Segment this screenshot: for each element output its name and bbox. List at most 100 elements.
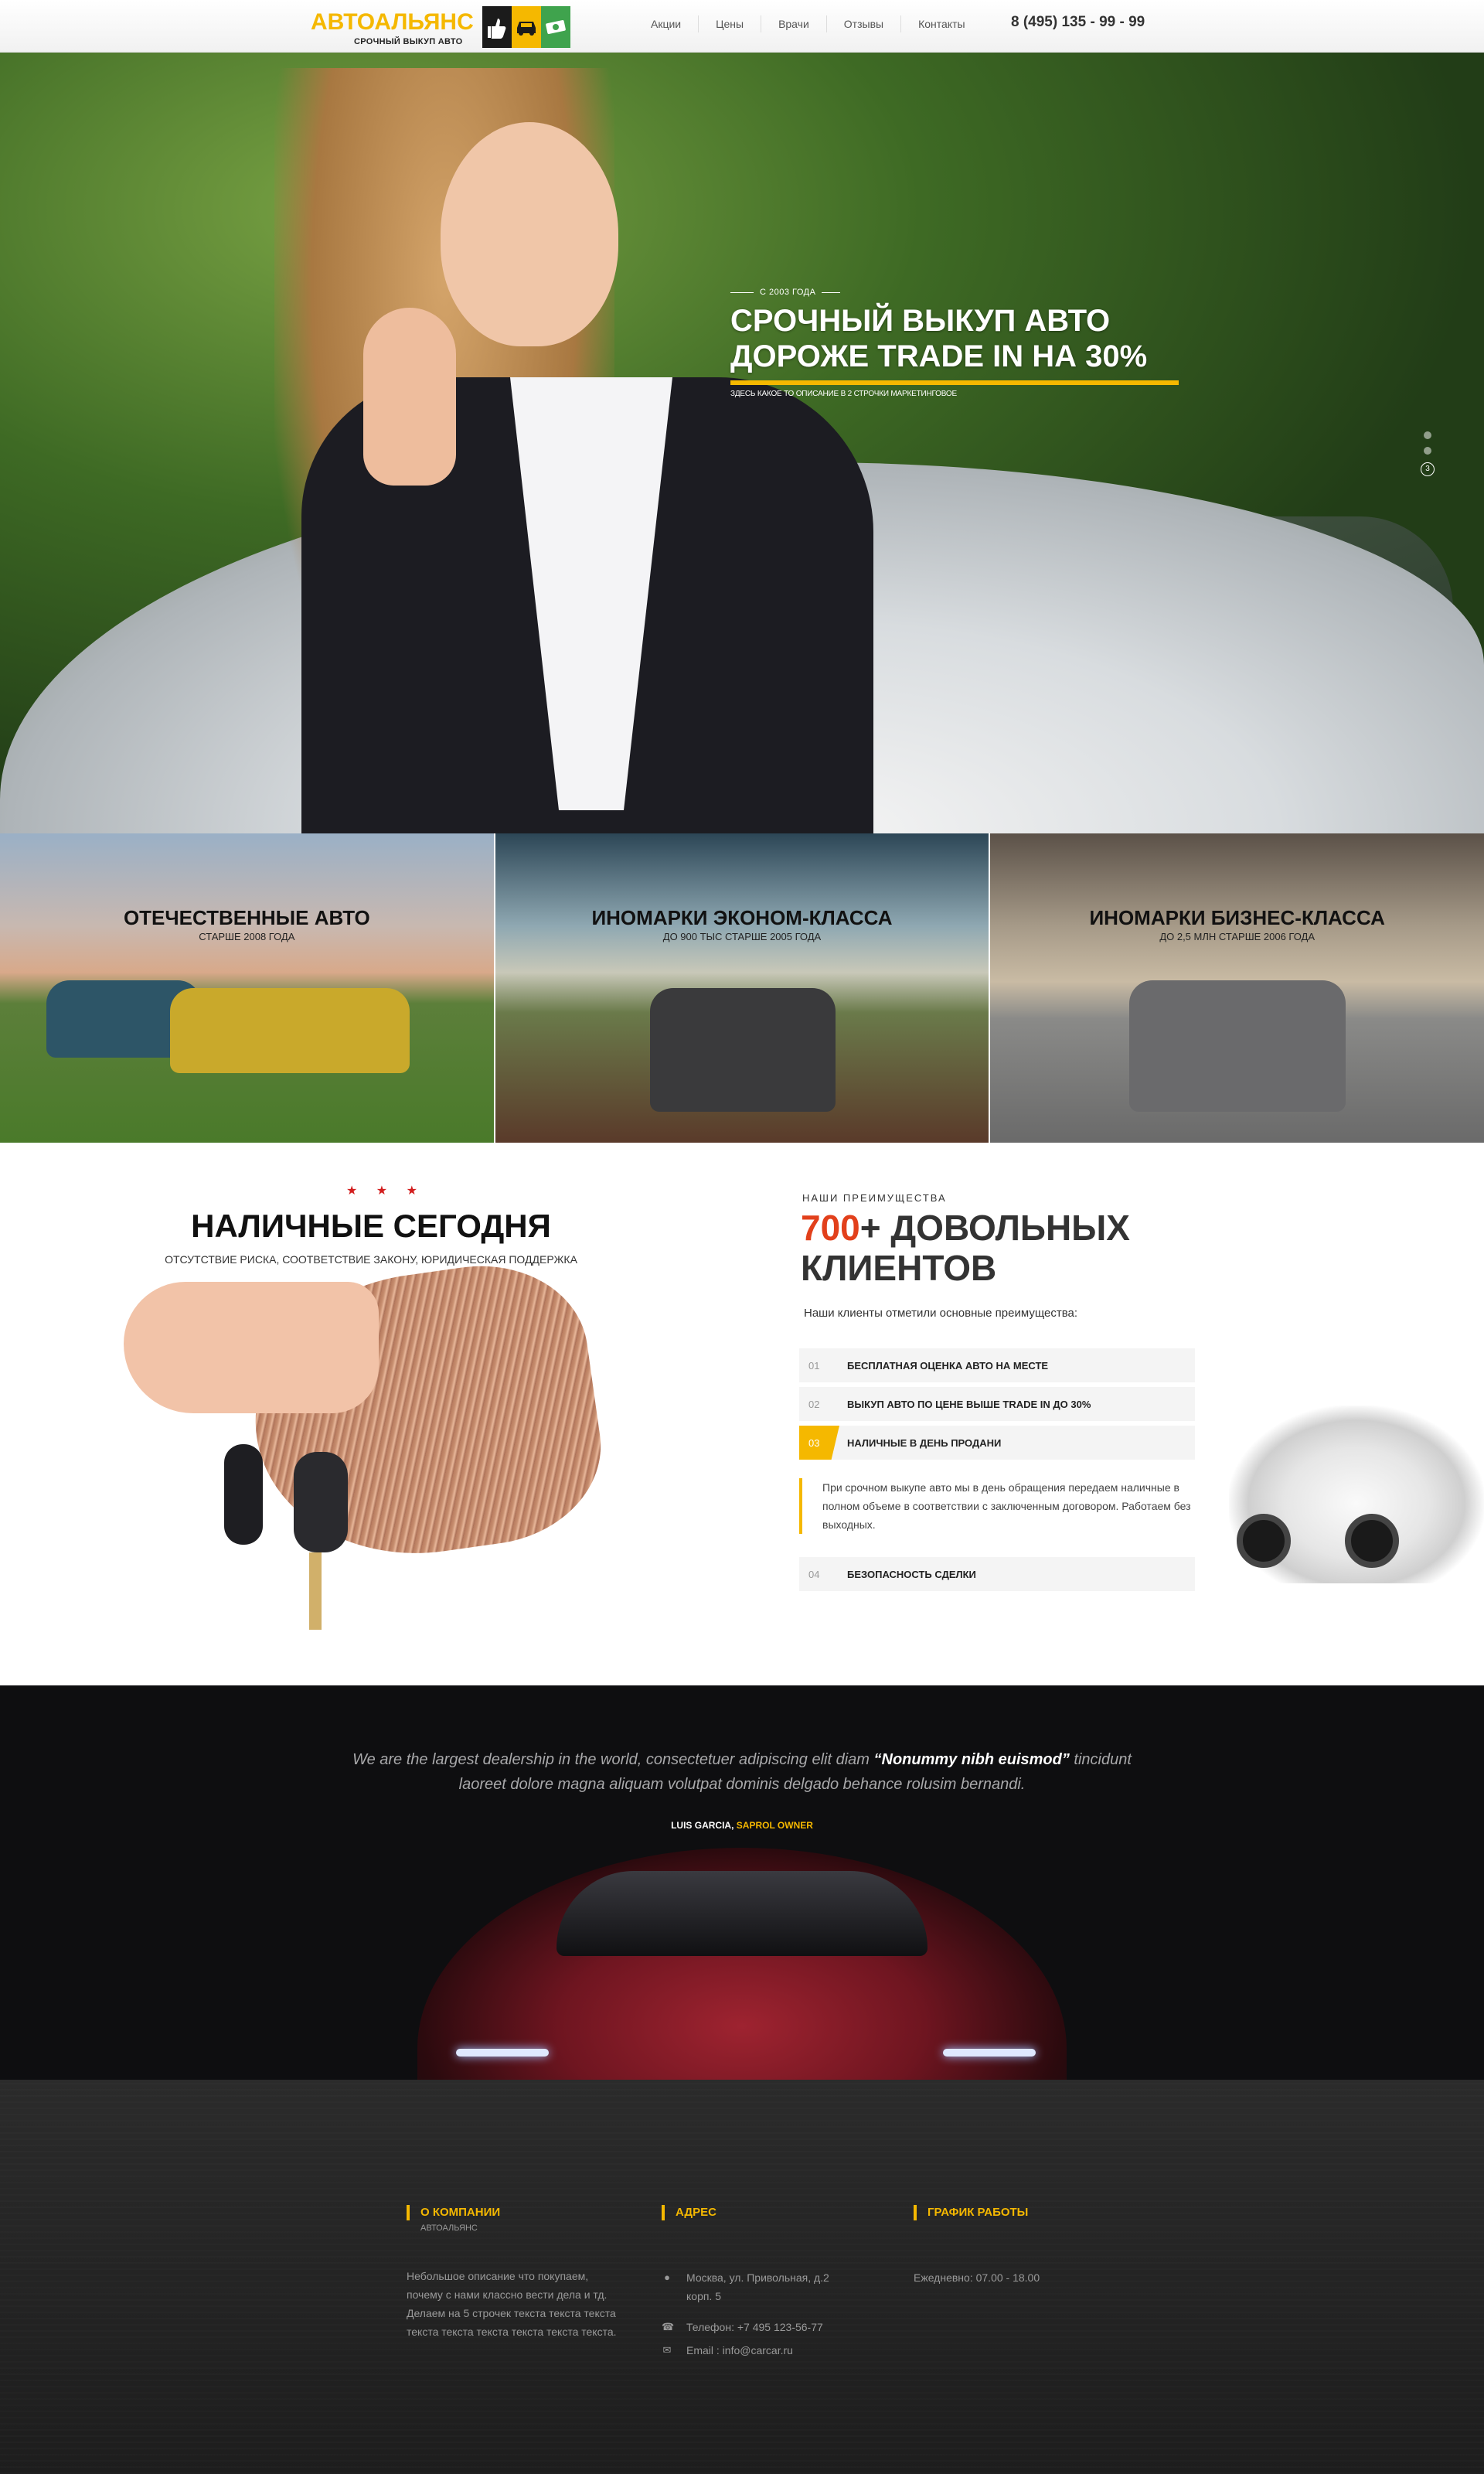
accordion-item-3[interactable]: 03 НАЛИЧНЫЕ В ДЕНЬ ПРОДАНИ bbox=[799, 1426, 1195, 1460]
advantages-kicker: НАШИ ПРЕИМУЩЕСТВА bbox=[802, 1192, 947, 1204]
footer-about-heading: О КОМПАНИИ bbox=[407, 2205, 623, 2220]
footer-email-row: ✉ Email : info@carcar.ru bbox=[662, 2341, 841, 2360]
accordion-number: 04 bbox=[808, 1568, 820, 1580]
category-subtitle: СТАРШЕ 2008 ГОДА bbox=[199, 931, 295, 942]
footer-hours-heading: ГРАФИК РАБОТЫ bbox=[914, 2205, 1130, 2220]
slider-pagination: 3 bbox=[1421, 431, 1435, 476]
accordion-number: 01 bbox=[808, 1359, 820, 1372]
author-role: SAPROL OWNER bbox=[736, 1820, 813, 1831]
nav-item-promotions[interactable]: Акции bbox=[634, 15, 698, 32]
footer-about: О КОМПАНИИ АВТОАЛЬЯНС Небольшое описание… bbox=[407, 2205, 623, 2341]
stars-icon: ★ ★ ★ bbox=[346, 1184, 425, 1198]
footer-address-heading: АДРЕС bbox=[662, 2205, 841, 2220]
main-nav: Акции Цены Врачи Отзывы Контакты bbox=[634, 15, 982, 32]
hero-description: ЗДЕСЬ КАКОЕ ТО ОПИСАНИЕ В 2 СТРОЧКИ МАРК… bbox=[730, 390, 957, 398]
car-wheel bbox=[1345, 1514, 1399, 1568]
advantages-title: 700+ ДОВОЛЬНЫХ КЛИЕНТОВ bbox=[801, 1208, 1234, 1288]
quote-part1: We are the largest dealership in the wor… bbox=[352, 1751, 874, 1768]
logo-title: АВТОАЛЬЯНС bbox=[311, 9, 474, 35]
lancer-car bbox=[649, 988, 836, 1112]
footer-phone[interactable]: Телефон: +7 495 123-56-77 bbox=[686, 2318, 823, 2336]
cash-title: НАЛИЧНЫЕ СЕГОДНЯ bbox=[191, 1208, 551, 1244]
lada-car bbox=[170, 988, 410, 1073]
advantages-title-rest: + ДОВОЛЬНЫХ bbox=[859, 1208, 1130, 1248]
category-title: ИНОМАРКИ ЭКОНОМ-КЛАССА bbox=[591, 906, 893, 929]
accordion-label: НАЛИЧНЫЕ В ДЕНЬ ПРОДАНИ bbox=[847, 1436, 1002, 1449]
accordion-item-4[interactable]: 04 БЕЗОПАСНОСТЬ СДЕЛКИ bbox=[799, 1557, 1195, 1591]
envelope-icon: ✉ bbox=[662, 2344, 672, 2356]
accordion-body: При срочном выкупе авто мы в день обраще… bbox=[799, 1478, 1195, 1534]
bmw-headlight-right bbox=[943, 2049, 1036, 2057]
accordion-item-2[interactable]: 02 ВЫКУП АВТО ПО ЦЕНЕ ВЫШЕ TRADE IN ДО 3… bbox=[799, 1387, 1195, 1421]
bmw-windshield bbox=[556, 1871, 928, 1956]
slider-dot[interactable] bbox=[1424, 447, 1431, 455]
hero-title-line2: ДОРОЖЕ TRADE IN НА 30% bbox=[730, 339, 1148, 373]
hero-since: С 2003 ГОДА bbox=[730, 288, 1179, 297]
hand-image bbox=[124, 1282, 379, 1413]
nav-item-reviews[interactable]: Отзывы bbox=[825, 15, 900, 32]
thumbs-up-icon bbox=[482, 6, 512, 48]
slider-dot[interactable] bbox=[1424, 431, 1431, 439]
car-key-icon bbox=[224, 1444, 263, 1545]
hero-thumbs-up bbox=[363, 308, 456, 486]
cash-icon bbox=[541, 6, 570, 48]
testimonial-author: LUIS GARCIA, SAPROL OWNER bbox=[0, 1820, 1484, 1831]
logo-badges bbox=[482, 6, 570, 48]
car-wheel bbox=[1237, 1514, 1291, 1568]
accordion-item-1[interactable]: 01 БЕСПЛАТНАЯ ОЦЕНКА АВТО НА МЕСТЕ bbox=[799, 1348, 1195, 1382]
category-subtitle: ДО 900 ТЫС СТАРШЕ 2005 ГОДА bbox=[662, 931, 822, 942]
bmw-car bbox=[1129, 980, 1346, 1112]
accordion-label: БЕСПЛАТНАЯ ОЦЕНКА АВТО НА МЕСТЕ bbox=[847, 1359, 1049, 1372]
car-icon bbox=[512, 6, 541, 48]
logo[interactable]: АВТОАЛЬЯНС СРОЧНЫЙ ВЫКУП АВТО bbox=[311, 6, 570, 48]
hero-woman-face bbox=[441, 122, 618, 346]
quote-bold: “Nonummy nibh euismod” bbox=[873, 1751, 1070, 1768]
hero-text: С 2003 ГОДА СРОЧНЫЙ ВЫКУП АВТО ДОРОЖЕ TR… bbox=[730, 288, 1179, 398]
category-domestic[interactable]: ОТЕЧЕСТВЕННЫЕ АВТО СТАРШЕ 2008 ГОДА bbox=[0, 833, 495, 1143]
footer-hours-text: Ежедневно: 07.00 - 18.00 bbox=[914, 2271, 1040, 2284]
nav-item-prices[interactable]: Цены bbox=[698, 15, 761, 32]
nav-item-doctors[interactable]: Врачи bbox=[761, 15, 826, 32]
cash-subtitle: ОТСУТСТВИЕ РИСКА, СООТВЕТСТВИЕ ЗАКОНУ, Ю… bbox=[165, 1253, 577, 1266]
hero-title: СРОЧНЫЙ ВЫКУП АВТО ДОРОЖЕ TRADE IN НА 30… bbox=[730, 303, 1179, 374]
testimonial-quote: We are the largest dealership in the wor… bbox=[348, 1747, 1136, 1797]
footer-about-subheading: АВТОАЛЬЯНС bbox=[420, 2224, 478, 2233]
footer-address: АДРЕС ● Москва, ул. Привольная, д.2 корп… bbox=[662, 2205, 841, 2360]
location-pin-icon: ● bbox=[664, 2271, 670, 2283]
site-header: АВТОАЛЬЯНС СРОЧНЫЙ ВЫКУП АВТО Акции Цены… bbox=[0, 0, 1484, 53]
logo-subtitle: СРОЧНЫЙ ВЫКУП АВТО bbox=[354, 37, 463, 46]
category-subtitle: ДО 2,5 МЛН СТАРШЕ 2006 ГОДА bbox=[1159, 931, 1316, 942]
testimonial-section: We are the largest dealership in the wor… bbox=[0, 1685, 1484, 2080]
footer-address-row: ● Москва, ул. Привольная, д.2 корп. 5 bbox=[662, 2268, 841, 2305]
advantages-lead: Наши клиенты отметили основные преимущес… bbox=[804, 1307, 1078, 1320]
phone-icon: ☎ bbox=[662, 2321, 675, 2333]
footer-email[interactable]: Email : info@carcar.ru bbox=[686, 2341, 793, 2360]
advantages-title-line2: КЛИЕНТОВ bbox=[801, 1248, 997, 1288]
category-economy[interactable]: ИНОМАРКИ ЭКОНОМ-КЛАССА ДО 900 ТЫС СТАРШЕ… bbox=[495, 833, 991, 1143]
nav-item-contacts[interactable]: Контакты bbox=[900, 15, 982, 32]
hero-banner: С 2003 ГОДА СРОЧНЫЙ ВЫКУП АВТО ДОРОЖЕ TR… bbox=[0, 53, 1484, 833]
footer-hours: ГРАФИК РАБОТЫ Ежедневно: 07.00 - 18.00 bbox=[914, 2205, 1130, 2287]
car-remote-icon bbox=[294, 1452, 348, 1552]
footer-address-block: ● Москва, ул. Привольная, д.2 корп. 5 ☎ … bbox=[662, 2268, 841, 2360]
footer-phone-row: ☎ Телефон: +7 495 123-56-77 bbox=[662, 2318, 841, 2336]
car-categories: ОТЕЧЕСТВЕННЫЕ АВТО СТАРШЕ 2008 ГОДА ИНОМ… bbox=[0, 833, 1484, 1143]
slider-dot-active[interactable]: 3 bbox=[1421, 462, 1435, 476]
key-blade bbox=[309, 1552, 322, 1630]
site-footer: О КОМПАНИИ АВТОАЛЬЯНС Небольшое описание… bbox=[0, 2080, 1484, 2474]
porsche-car-image bbox=[1229, 1406, 1484, 1583]
footer-about-text: Небольшое описание что покупаем, почему … bbox=[407, 2270, 617, 2338]
hero-accent-bar bbox=[730, 380, 1179, 385]
accordion-number: 02 bbox=[808, 1398, 820, 1410]
clients-count: 700 bbox=[801, 1208, 860, 1248]
bmw-headlight-left bbox=[456, 2049, 549, 2057]
category-title: ИНОМАРКИ БИЗНЕС-КЛАССА bbox=[1089, 906, 1385, 929]
author-name: LUIS GARCIA, bbox=[671, 1820, 734, 1831]
category-business[interactable]: ИНОМАРКИ БИЗНЕС-КЛАССА ДО 2,5 МЛН СТАРШЕ… bbox=[990, 833, 1484, 1143]
advantages-section: ★ ★ ★ НАЛИЧНЫЕ СЕГОДНЯ ОТСУТСТВИЕ РИСКА,… bbox=[0, 1143, 1484, 1685]
accordion-label: БЕЗОПАСНОСТЬ СДЕЛКИ bbox=[847, 1568, 976, 1580]
accordion-number: 03 bbox=[799, 1426, 839, 1460]
header-phone[interactable]: 8 (495) 135 - 99 - 99 bbox=[1011, 14, 1145, 31]
hero-title-line1: СРОЧНЫЙ ВЫКУП АВТО bbox=[730, 304, 1111, 338]
accordion-label: ВЫКУП АВТО ПО ЦЕНЕ ВЫШЕ TRADE IN ДО 30% bbox=[847, 1398, 1091, 1410]
